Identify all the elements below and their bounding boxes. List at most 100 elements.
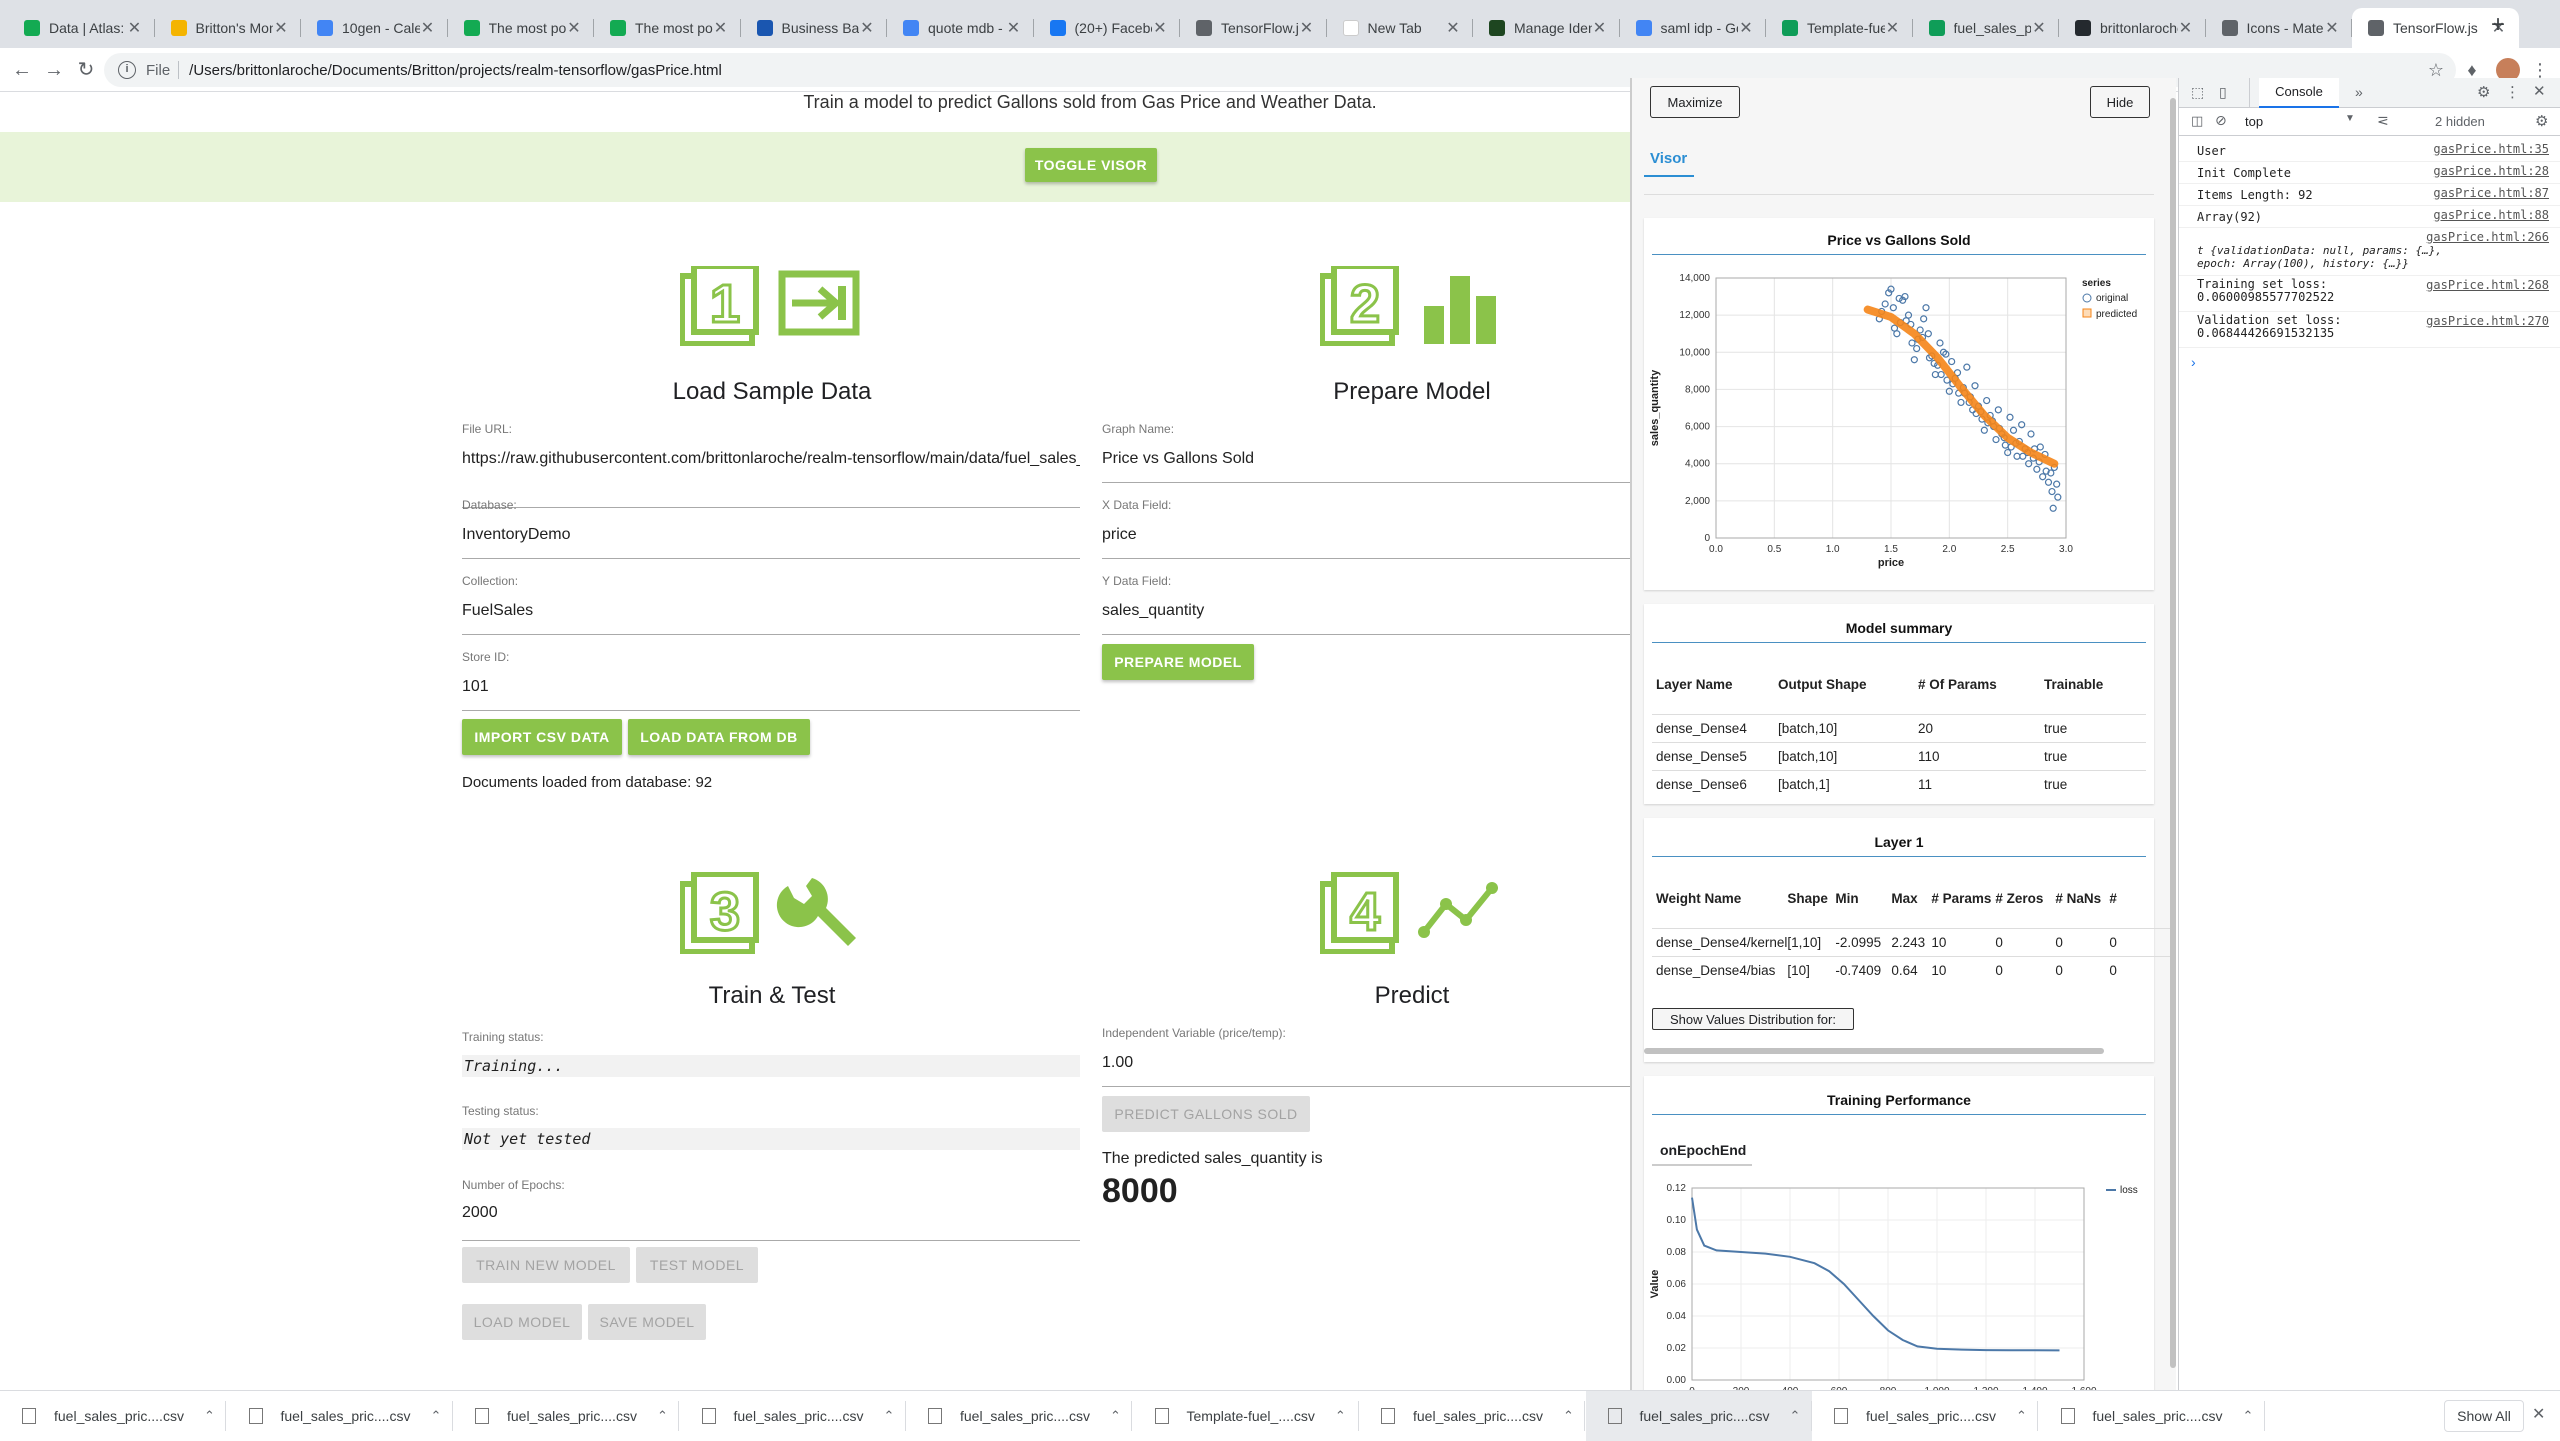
sidebar-toggle-icon[interactable]: ◫ xyxy=(2191,113,2203,129)
close-devtools-icon[interactable]: ✕ xyxy=(2533,82,2546,100)
console-tab[interactable]: Console xyxy=(2259,78,2339,108)
collection-input[interactable]: FuelSales xyxy=(462,602,1080,620)
download-item[interactable]: fuel_sales_pric....csv ⌃ xyxy=(680,1391,906,1441)
console-source-link[interactable]: gasPrice.html:270 xyxy=(2426,314,2549,328)
inspect-element-icon[interactable]: ⬚ xyxy=(2191,84,2204,101)
reload-icon[interactable]: ↻ xyxy=(72,56,100,84)
browser-tab[interactable]: quote mdb - G✕ xyxy=(887,8,1034,48)
console-line[interactable]: User gasPrice.html:35 xyxy=(2179,140,2560,162)
show-distribution-button[interactable]: Show Values Distribution for: xyxy=(1652,1008,1854,1030)
download-item[interactable]: fuel_sales_pric....csv ⌃ xyxy=(2039,1391,2265,1441)
context-select[interactable]: top xyxy=(2241,112,2361,132)
toggle-visor-button[interactable]: TOGGLE VISOR xyxy=(1025,148,1157,182)
browser-tab[interactable]: (20+) Faceboo✕ xyxy=(1034,8,1180,48)
tab-close-icon[interactable]: ✕ xyxy=(2178,18,2194,38)
browser-tab[interactable]: The most pop ✕ xyxy=(594,8,741,48)
chevron-up-icon[interactable]: ⌃ xyxy=(204,1408,215,1424)
tab-close-icon[interactable]: ✕ xyxy=(1738,18,1754,38)
console-line[interactable]: Array(92) gasPrice.html:88 xyxy=(2179,206,2560,228)
console-line[interactable]: t {validationData: null, params: {…}, ep… xyxy=(2179,228,2560,276)
predict-button[interactable]: PREDICT GALLONS SOLD xyxy=(1102,1096,1310,1132)
new-tab-button[interactable]: + xyxy=(2482,8,2514,42)
devtools-menu-icon[interactable]: ⋮ xyxy=(2505,83,2520,101)
import-csv-button[interactable]: IMPORT CSV DATA xyxy=(462,719,622,755)
save-model-button[interactable]: SAVE MODEL xyxy=(588,1304,706,1340)
download-item[interactable]: fuel_sales_pric....csv ⌃ xyxy=(227,1391,453,1441)
console-line[interactable]: Validation set loss: 0.06844426691532135… xyxy=(2179,312,2560,348)
tab-close-icon[interactable]: ✕ xyxy=(1152,18,1168,38)
console-source-link[interactable]: gasPrice.html:35 xyxy=(2433,142,2549,156)
console-prompt[interactable]: › xyxy=(2191,354,2196,370)
download-item[interactable]: fuel_sales_pric....csv ⌃ xyxy=(453,1391,679,1441)
tab-close-icon[interactable]: ✕ xyxy=(2324,18,2340,38)
test-model-button[interactable]: TEST MODEL xyxy=(636,1247,758,1283)
chevron-up-icon[interactable]: ⌃ xyxy=(657,1408,668,1424)
console-source-link[interactable]: gasPrice.html:88 xyxy=(2433,208,2549,222)
tab-close-icon[interactable]: ✕ xyxy=(1006,18,1022,38)
clear-console-icon[interactable]: ⊘ xyxy=(2215,112,2227,129)
back-icon[interactable]: ← xyxy=(8,56,36,84)
console-source-link[interactable]: gasPrice.html:87 xyxy=(2433,186,2549,200)
chevron-up-icon[interactable]: ⌃ xyxy=(1563,1408,1574,1424)
prepare-model-button[interactable]: PREPARE MODEL xyxy=(1102,644,1254,680)
filter-icon[interactable]: ⋜ xyxy=(2377,112,2389,129)
console-line[interactable]: Items Length: 92 gasPrice.html:87 xyxy=(2179,184,2560,206)
tab-close-icon[interactable]: ✕ xyxy=(859,18,875,38)
x-field-input[interactable]: price xyxy=(1102,526,1630,544)
download-item[interactable]: fuel_sales_pric....csv ⌃ xyxy=(1812,1391,2038,1441)
tab-close-icon[interactable]: ✕ xyxy=(566,18,582,38)
download-item[interactable]: Template-fuel_....csv ⌃ xyxy=(1133,1391,1359,1441)
database-input[interactable]: InventoryDemo xyxy=(462,526,1080,544)
more-tabs-icon[interactable]: » xyxy=(2355,84,2363,100)
download-item[interactable]: fuel_sales_pric....csv ⌃ xyxy=(1359,1391,1585,1441)
browser-tab[interactable]: New Tab ✕ xyxy=(1327,8,1473,48)
browser-tab[interactable]: 10gen - Calen✕ xyxy=(301,8,448,48)
console-line[interactable]: Init Complete gasPrice.html:28 xyxy=(2179,162,2560,184)
store-id-input[interactable]: 101 xyxy=(462,678,1080,696)
graph-name-input[interactable]: Price vs Gallons Sold xyxy=(1102,450,1630,468)
browser-tab[interactable]: saml idp - Goo✕ xyxy=(1620,8,1766,48)
y-field-input[interactable]: sales_quantity xyxy=(1102,602,1630,620)
tab-close-icon[interactable]: ✕ xyxy=(1299,18,1315,38)
layer-horizontal-scrollbar[interactable] xyxy=(1644,1048,2104,1054)
console-source-link[interactable]: gasPrice.html:266 xyxy=(2426,230,2549,244)
load-model-button[interactable]: LOAD MODEL xyxy=(462,1304,582,1340)
browser-tab[interactable]: fuel_sales_pric✕ xyxy=(1913,8,2059,48)
load-from-db-button[interactable]: LOAD DATA FROM DB xyxy=(628,719,810,755)
download-item[interactable]: fuel_sales_pric....csv ⌃ xyxy=(1585,1391,1812,1441)
download-item[interactable]: fuel_sales_pric....csv ⌃ xyxy=(906,1391,1132,1441)
browser-tab[interactable]: Template-fuel ✕ xyxy=(1766,8,1913,48)
chevron-up-icon[interactable]: ⌃ xyxy=(883,1408,894,1424)
chevron-up-icon[interactable]: ⌃ xyxy=(2242,1408,2253,1424)
site-info-icon[interactable]: i xyxy=(118,61,136,79)
visor-scrollbar[interactable] xyxy=(2170,98,2176,1368)
console-settings-icon[interactable]: ⚙ xyxy=(2535,112,2548,130)
browser-tab[interactable]: Manage Identi✕ xyxy=(1473,8,1620,48)
train-model-button[interactable]: TRAIN NEW MODEL xyxy=(462,1247,630,1283)
chevron-up-icon[interactable]: ⌃ xyxy=(1789,1408,1800,1424)
tab-close-icon[interactable]: ✕ xyxy=(1592,18,1608,38)
chevron-up-icon[interactable]: ⌃ xyxy=(1335,1408,1346,1424)
show-all-button[interactable]: Show All xyxy=(2444,1400,2524,1432)
browser-tab[interactable]: Britton's Mong✕ xyxy=(155,8,301,48)
tab-close-icon[interactable]: ✕ xyxy=(2031,18,2047,38)
chevron-up-icon[interactable]: ⌃ xyxy=(2016,1408,2027,1424)
file-url-input[interactable]: https://raw.githubusercontent.com/britto… xyxy=(462,450,1080,468)
perf-tab-onepochend[interactable]: onEpochEnd xyxy=(1660,1142,1746,1158)
tab-close-icon[interactable]: ✕ xyxy=(713,18,729,38)
tab-close-icon[interactable]: ✕ xyxy=(1885,18,1901,38)
device-toolbar-icon[interactable]: ▯ xyxy=(2219,84,2227,101)
tab-close-icon[interactable]: ✕ xyxy=(420,18,436,38)
browser-tab[interactable]: Business Bank✕ xyxy=(741,8,887,48)
browser-tab[interactable]: The most pop ✕ xyxy=(448,8,594,48)
independent-var-input[interactable]: 1.00 xyxy=(1102,1054,1630,1072)
close-downloads-icon[interactable]: ✕ xyxy=(2532,1404,2545,1424)
tab-close-icon[interactable]: ✕ xyxy=(127,18,143,38)
chevron-up-icon[interactable]: ⌃ xyxy=(430,1408,441,1424)
forward-icon[interactable]: → xyxy=(40,56,68,84)
hide-button[interactable]: Hide xyxy=(2090,86,2150,118)
console-line[interactable]: Training set loss: 0.06000985577702522 ga… xyxy=(2179,276,2560,312)
browser-tab[interactable]: Icons - Materi ✕ xyxy=(2206,8,2352,48)
epochs-input[interactable]: 2000 xyxy=(462,1204,1080,1222)
tab-close-icon[interactable]: ✕ xyxy=(273,18,289,38)
